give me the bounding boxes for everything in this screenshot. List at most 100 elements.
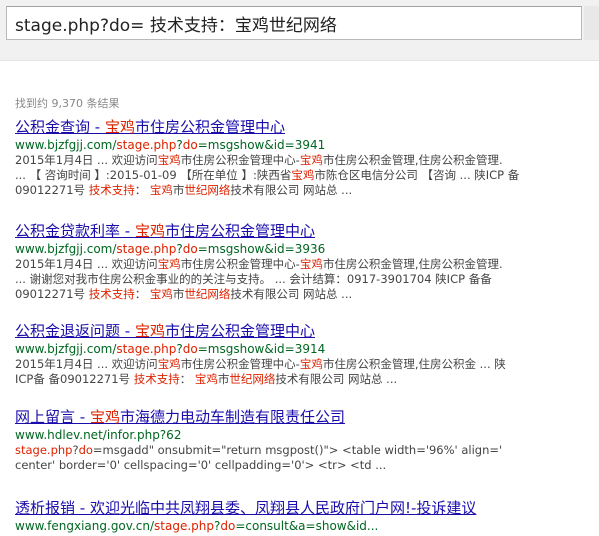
search-result: 公积金退返问题 - 宝鸡市住房公积金管理中心 www.bjzfgjj.com/st… (15, 322, 585, 387)
snippet-text: 宝鸡 (157, 257, 181, 271)
result-url-text: do (182, 342, 198, 356)
snippet-text: do (78, 443, 93, 457)
result-title-text: 宝鸡 (104, 118, 135, 136)
search-query-text: stage.php?do= 技术支持：宝鸡世纪网络 (15, 15, 337, 36)
result-url-text: stage.php (154, 519, 214, 533)
snippet-line: 2015年1月4日 ... 欢迎访问宝鸡市住房公积金管理中心-宝鸡市住房公积金管… (15, 357, 585, 372)
result-url-text: www.bjzfgjj.com/ (15, 138, 117, 152)
result-url: www.bjzfgjj.com/stage.php?do=msgshow&id=… (15, 241, 585, 257)
snippet-text: 市住房公积金管理中心- (180, 257, 300, 271)
result-url: www.hdlev.net/infor.php?62 (15, 427, 585, 443)
snippet-line: 09012271号 技术支持： 宝鸡市世纪网络技术有限公司 网站总 ... (15, 183, 585, 198)
result-title-link[interactable]: 公积金贷款利率 - 宝鸡市住房公积金管理中心 (15, 222, 585, 241)
top-bar: stage.php?do= 技术支持：宝鸡世纪网络 (0, 0, 599, 61)
snippet-text: 宝鸡 (157, 153, 181, 167)
snippet-text: ... 谢谢您对我市住房公积金事业的的关注与支持。 ... 会计结算：0917-… (15, 272, 492, 286)
result-title-text: 市住房公积金管理中心 (164, 222, 315, 240)
result-title-text: 透析报销 - 欢迎光临中共凤翔县委、凤翔县人民政府门户网!-投诉建议 (15, 499, 477, 517)
result-url-text: www.bjzfgjj.com/ (15, 342, 117, 356)
result-stats: 找到约 9,370 条结果 (15, 97, 120, 110)
result-url-text: =consult&a=show&id... (235, 519, 379, 533)
result-url: www.bjzfgjj.com/stage.php?do=msgshow&id=… (15, 137, 585, 153)
snippet-text: 宝鸡 (291, 168, 315, 182)
result-title-text: 网上留言 - (15, 408, 90, 426)
search-result: 网上留言 - 宝鸡市海德力电动车制造有限责任公司 www.hdlev.net/in… (15, 408, 585, 473)
snippet-text: ： (179, 372, 195, 386)
result-snippet: 2015年1月4日 ... 欢迎访问宝鸡市住房公积金管理中心-宝鸡市住房公积金管… (15, 153, 585, 198)
result-url: www.bjzfgjj.com/stage.php?do=msgshow&id=… (15, 341, 585, 357)
search-button-edge[interactable] (584, 6, 599, 40)
snippet-text: 宝鸡 (149, 287, 173, 301)
snippet-text: ... 【 咨询时间 】:2015-01-09 【所在单位 】:陕西省 (15, 168, 292, 182)
result-snippet: 2015年1月4日 ... 欢迎访问宝鸡市住房公积金管理中心-宝鸡市住房公积金管… (15, 257, 585, 302)
search-result: 透析报销 - 欢迎光临中共凤翔县委、凤翔县人民政府门户网!-投诉建议 www.fe… (15, 499, 476, 534)
result-title-text: 宝鸡 (89, 408, 120, 426)
snippet-text: 市住房公积金管理,住房公积金管理. (322, 257, 503, 271)
snippet-text: 市 (172, 183, 185, 197)
search-input[interactable]: stage.php?do= 技术支持：宝鸡世纪网络 (6, 6, 582, 40)
result-title-link[interactable]: 网上留言 - 宝鸡市海德力电动车制造有限责任公司 (15, 408, 585, 427)
result-title-text: 宝鸡 (134, 222, 165, 240)
snippet-line: ICP备 备09012271号 技术支持： 宝鸡市世纪网络技术有限公司 网站总 … (15, 372, 585, 387)
snippet-text: 世纪网络 (229, 372, 276, 386)
snippet-line: stage.php?do=msgadd" onsubmit="return ms… (15, 443, 585, 458)
snippet-text: ： (134, 183, 150, 197)
result-title-text: 公积金查询 - (15, 118, 105, 136)
result-url-text: stage.php (116, 138, 177, 152)
result-url: www.fengxiang.gov.cn/stage.php?do=consul… (15, 518, 476, 534)
result-url-text: =msgshow&id=3936 (197, 242, 326, 256)
snippet-text: 技术支持 (88, 183, 135, 197)
search-result: 公积金贷款利率 - 宝鸡市住房公积金管理中心 www.bjzfgjj.com/st… (15, 222, 585, 302)
result-title-text: 市住房公积金管理中心 (164, 322, 315, 340)
snippet-text: 宝鸡 (157, 357, 181, 371)
snippet-text: 市陈仓区电信分公司 【咨询 ... 陕ICP 备 (314, 168, 520, 182)
result-url-text: do (220, 519, 236, 533)
search-result: 公积金查询 - 宝鸡市住房公积金管理中心 www.bjzfgjj.com/stag… (15, 118, 585, 198)
result-title-text: 公积金退返问题 - (15, 322, 135, 340)
snippet-text: ： (134, 287, 150, 301)
snippet-text: 宝鸡 (149, 183, 173, 197)
snippet-text: 技术有限公司 网站总 ... (230, 183, 353, 197)
snippet-line: ... 谢谢您对我市住房公积金事业的的关注与支持。 ... 会计结算：0917-… (15, 272, 585, 287)
snippet-text: =msgadd" onsubmit="return msgpost()"> <t… (92, 443, 503, 457)
snippet-text: 宝鸡 (194, 372, 218, 386)
snippet-text: 2015年1月4日 ... 欢迎访问 (15, 153, 158, 167)
snippet-text: 市住房公积金管理中心- (180, 153, 300, 167)
result-title-text: 市海德力电动车制造有限责任公司 (119, 408, 345, 426)
snippet-text: 宝鸡 (299, 153, 323, 167)
snippet-line: center' border='0' cellspacing='0' cellp… (15, 458, 585, 473)
result-title-link[interactable]: 公积金退返问题 - 宝鸡市住房公积金管理中心 (15, 322, 585, 341)
result-url-text: stage.php (116, 242, 177, 256)
snippet-text: 市 (217, 372, 230, 386)
result-snippet: stage.php?do=msgadd" onsubmit="return ms… (15, 443, 585, 473)
snippet-text: 技术支持 (133, 372, 180, 386)
snippet-text: 市住房公积金管理,住房公积金 ... 陕 (322, 357, 506, 371)
snippet-text: 市 (172, 287, 185, 301)
result-url-text: =msgshow&id=3914 (197, 342, 326, 356)
snippet-text: 09012271号 (15, 183, 89, 197)
result-url-text: do (182, 138, 198, 152)
snippet-text: 2015年1月4日 ... 欢迎访问 (15, 357, 158, 371)
result-snippet: 2015年1月4日 ... 欢迎访问宝鸡市住房公积金管理中心-宝鸡市住房公积金管… (15, 357, 585, 387)
result-url-text: =msgshow&id=3941 (197, 138, 326, 152)
snippet-text: 世纪网络 (184, 287, 231, 301)
snippet-text: center' border='0' cellspacing='0' cellp… (15, 458, 387, 472)
snippet-line: 2015年1月4日 ... 欢迎访问宝鸡市住房公积金管理中心-宝鸡市住房公积金管… (15, 257, 585, 272)
result-title-link[interactable]: 公积金查询 - 宝鸡市住房公积金管理中心 (15, 118, 585, 137)
result-title-text: 公积金贷款利率 - (15, 222, 135, 240)
result-url-text: stage.php (116, 342, 177, 356)
snippet-text: 宝鸡 (299, 257, 323, 271)
snippet-line: ... 【 咨询时间 】:2015-01-09 【所在单位 】:陕西省宝鸡市陈仓… (15, 168, 585, 183)
snippet-text: 2015年1月4日 ... 欢迎访问 (15, 257, 158, 271)
result-url-text: do (182, 242, 198, 256)
snippet-text: 世纪网络 (184, 183, 231, 197)
snippet-text: 09012271号 (15, 287, 89, 301)
snippet-text: ICP备 备09012271号 (15, 372, 134, 386)
result-title-link[interactable]: 透析报销 - 欢迎光临中共凤翔县委、凤翔县人民政府门户网!-投诉建议 (15, 499, 476, 518)
snippet-text: 技术支持 (88, 287, 135, 301)
snippet-text: 市住房公积金管理中心- (180, 357, 300, 371)
result-title-text: 宝鸡 (134, 322, 165, 340)
result-title-text: 市住房公积金管理中心 (134, 118, 285, 136)
snippet-text: 技术有限公司 网站总 ... (230, 287, 353, 301)
result-url-text: www.fengxiang.gov.cn/ (15, 519, 155, 533)
